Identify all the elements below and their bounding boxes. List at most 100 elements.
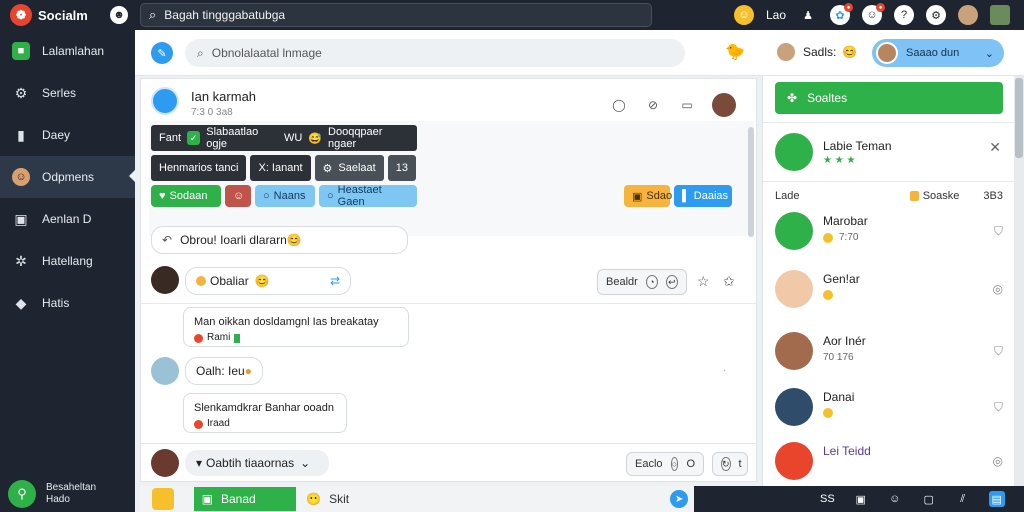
right-scrollbar[interactable] bbox=[1014, 76, 1024, 486]
window-icon[interactable]: ▢ bbox=[921, 491, 937, 507]
shield-icon[interactable]: ⛉ bbox=[994, 344, 1003, 359]
chat-header: Ian karmah 7:3 0 3a8 ◯ ⊘ ▭ bbox=[151, 85, 746, 125]
reply-icon[interactable]: ↩ bbox=[665, 275, 678, 289]
message-input[interactable]: 😶 Skit bbox=[306, 487, 670, 511]
message-5[interactable]: Slenkamdkrar Banhar ooadn Iraad bbox=[183, 393, 347, 433]
top-user-label[interactable]: Lao bbox=[766, 8, 786, 22]
caret-icon: ▾ bbox=[196, 456, 203, 470]
sticker-icon[interactable] bbox=[152, 488, 174, 510]
shield-icon[interactable]: ⛉ bbox=[994, 224, 1003, 239]
settings-icon[interactable]: ⚙ bbox=[926, 5, 946, 25]
star-icon[interactable]: ☆ bbox=[697, 273, 710, 290]
scrollbar-thumb[interactable] bbox=[1015, 78, 1023, 158]
chip-red[interactable]: ☺ bbox=[225, 185, 251, 207]
shield-icon[interactable]: ⛉ bbox=[994, 400, 1003, 415]
avatar[interactable] bbox=[712, 93, 736, 117]
clock-icon[interactable]: ◔ bbox=[645, 275, 658, 289]
top-search-input[interactable]: ⌕ Bagah tingggabatubga bbox=[140, 3, 652, 27]
refresh-icon[interactable]: ↻ bbox=[721, 457, 731, 471]
avatar[interactable] bbox=[151, 266, 179, 294]
notification-icon[interactable]: ✿ ● bbox=[830, 3, 853, 25]
contact-row[interactable]: Gen!ar ◎ bbox=[775, 270, 1003, 314]
message-actions[interactable]: Bealdr ◔ ↩ bbox=[597, 269, 687, 295]
tools-icon[interactable]: ⫽ bbox=[955, 491, 971, 507]
banner-tail: Dooqqpaer ngaer bbox=[328, 126, 383, 150]
close-icon[interactable]: ✕ bbox=[989, 139, 1001, 156]
sidebar-item-4[interactable]: ▣ Aenlan D bbox=[0, 198, 135, 240]
chat-bubble-icon[interactable]: ◯ bbox=[610, 96, 628, 114]
avatar bbox=[876, 42, 898, 64]
image-icon[interactable]: ▭ bbox=[678, 96, 696, 114]
filter-mid[interactable]: Soaske bbox=[923, 190, 960, 202]
sidebar-user[interactable]: ⚲ Besaheltan Hado bbox=[0, 476, 135, 512]
message-2[interactable]: Obaliar 😊 ⇄ bbox=[185, 267, 351, 295]
emoji-icon[interactable]: ☺ bbox=[733, 5, 754, 25]
mascot-icon[interactable]: 🐤 bbox=[725, 42, 745, 62]
banner-chip-b[interactable]: X: Ianant bbox=[250, 155, 311, 181]
pin-icon[interactable]: ✩ bbox=[723, 273, 735, 290]
user-icon[interactable]: ♟ bbox=[798, 5, 818, 25]
contact-row[interactable]: Aor Inér 70 176 ⛉ bbox=[775, 332, 1003, 376]
filter-right[interactable]: 3B3 bbox=[983, 190, 1003, 202]
status-pill[interactable]: Saaao dun ⌄ bbox=[872, 39, 1004, 67]
emoji-icon: 😊 bbox=[842, 45, 858, 59]
avatar[interactable] bbox=[775, 133, 813, 171]
chip-lblue-2[interactable]: ○ Heastaet Gaen bbox=[319, 184, 417, 208]
conversation-dropdown[interactable]: ▾ Oabtih tiaaornas ⌄ bbox=[185, 450, 329, 476]
footer-action-2[interactable]: O bbox=[686, 458, 695, 470]
help-icon[interactable]: ? bbox=[894, 5, 914, 25]
banner-chip-a[interactable]: Henmarios tanci bbox=[151, 155, 247, 181]
banner-chip-c[interactable]: ⚙ Saelaat bbox=[314, 155, 384, 181]
message-4[interactable]: Oalh: Ieu ● bbox=[185, 357, 263, 385]
globe-icon[interactable]: ◎ bbox=[993, 454, 1003, 468]
sidebar-user-line1: Besaheltan bbox=[46, 482, 97, 493]
banner-chip-d[interactable]: 13 bbox=[387, 155, 416, 181]
footer-actions[interactable]: Eaclo ○ O bbox=[626, 452, 704, 476]
contact-row[interactable]: Marobar 7:70 ⛉ bbox=[775, 212, 1003, 256]
sidebar-item-label: Lalamlahan bbox=[42, 44, 105, 58]
app-logo[interactable]: ❁ Socialm bbox=[0, 4, 110, 26]
messages-icon[interactable]: ☺ ● bbox=[862, 3, 885, 25]
green-action-button[interactable]: ✤ Soaltes bbox=[775, 82, 1003, 114]
status-pill-label: Saaao dun bbox=[906, 47, 960, 59]
top-search-text: Bagah tingggabatubga bbox=[164, 8, 286, 22]
contact-row[interactable]: Lei Teidd ◎ bbox=[775, 442, 1003, 486]
share-icon: ⇄ bbox=[329, 274, 340, 288]
sidebar-item-2[interactable]: ▮ Daey bbox=[0, 114, 135, 156]
emoji-icon[interactable]: ☺ bbox=[887, 491, 903, 507]
chat-scrollbar[interactable] bbox=[748, 127, 754, 237]
message-3[interactable]: Man oikkan dosldamgnl Ias breakatay Rami bbox=[183, 307, 409, 347]
chip-yellow[interactable]: ▣ Sdao bbox=[624, 185, 672, 207]
avatar[interactable] bbox=[151, 449, 179, 477]
globe-icon[interactable]: ◎ bbox=[993, 282, 1003, 296]
circle-icon[interactable]: ○ bbox=[670, 457, 679, 471]
send-icon[interactable]: ➤ bbox=[670, 490, 689, 508]
avatar[interactable] bbox=[958, 5, 978, 25]
chip-lblue[interactable]: ○ Naans bbox=[255, 185, 315, 207]
avatar[interactable] bbox=[151, 87, 179, 115]
compose-icon[interactable]: ✎ bbox=[151, 42, 173, 64]
sub-user[interactable]: Sadls: 😊 bbox=[775, 41, 857, 63]
compose-green-button[interactable]: ▣ Banad bbox=[193, 487, 297, 511]
sidebar-item-3[interactable]: ☺ Odpmens bbox=[0, 156, 135, 198]
sidebar-item-1[interactable]: ⚙ Serles bbox=[0, 72, 135, 114]
sidebar-item-0[interactable]: ■ Lalamlahan bbox=[0, 30, 135, 72]
chip-blue[interactable]: ▌ Daaias bbox=[674, 185, 732, 207]
sidebar-item-6[interactable]: ◆ Hatis bbox=[0, 282, 135, 324]
bottom-label[interactable]: SS bbox=[820, 493, 835, 505]
app-icon[interactable]: ▤ bbox=[988, 491, 1005, 507]
message-1[interactable]: ↶ Obrou! Ioarli dlararn 😊 bbox=[151, 226, 408, 254]
attachment-icon[interactable]: ⊘ bbox=[644, 96, 662, 114]
avatar[interactable] bbox=[151, 357, 179, 385]
chat-icon[interactable]: ▣ bbox=[853, 491, 869, 507]
chip-lblue-2-label: Heastaet Gaen bbox=[337, 184, 382, 208]
footer-actions-2[interactable]: ↻ t bbox=[712, 452, 748, 476]
contact-row[interactable]: Danai ⛉ bbox=[775, 388, 1003, 432]
chip-green[interactable]: ♥ Sodaan bbox=[151, 185, 221, 207]
sidebar-item-5[interactable]: ✲ Hatellang bbox=[0, 240, 135, 282]
banner-row-1[interactable]: Fant ✓ Slabaatlao ogje WU 😅 Dooqqpaer ng… bbox=[151, 125, 417, 151]
profile-avatar[interactable] bbox=[990, 5, 1010, 25]
emoji-face-icon[interactable]: ☻ bbox=[110, 6, 128, 24]
filter-left[interactable]: Lade bbox=[775, 190, 799, 202]
conversation-search-input[interactable]: ⌕ Obnolalaatal lnmage bbox=[185, 39, 685, 67]
